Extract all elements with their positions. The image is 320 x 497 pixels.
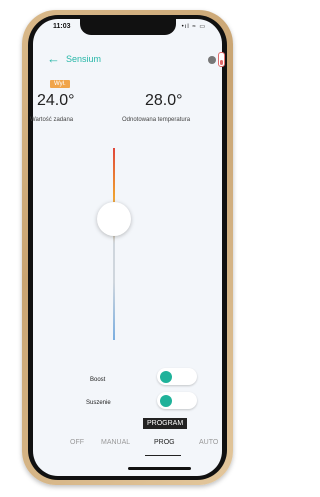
temperature-slider-track[interactable] [113, 148, 115, 340]
boost-label: Boost [90, 377, 106, 383]
home-indicator[interactable] [128, 467, 191, 470]
suszenie-toggle[interactable] [157, 392, 197, 409]
suszenie-toggle-knob [160, 395, 172, 407]
status-icons: •ıl ≈ ▭ [181, 24, 206, 30]
active-mode-underline [145, 455, 181, 456]
mode-auto[interactable]: AUTO [199, 439, 218, 446]
header-title: Sensium [66, 54, 102, 64]
boost-toggle[interactable] [157, 368, 197, 385]
program-tooltip: PROGRAM [143, 418, 188, 429]
set-temperature: 24.0° [37, 92, 75, 109]
thermometer-icon[interactable] [218, 52, 225, 67]
back-arrow-icon[interactable]: ← [47, 52, 60, 65]
status-badge: Wył. [50, 80, 70, 88]
temperature-slider-knob[interactable] [97, 202, 131, 236]
measured-temperature: 28.0° [145, 92, 183, 109]
boost-toggle-knob [160, 371, 172, 383]
mode-prog[interactable]: PROG [154, 439, 175, 446]
status-time: 11:03 [53, 23, 71, 30]
set-temperature-label: Wartość zadana [30, 117, 74, 123]
mode-manual[interactable]: MANUAL [101, 439, 130, 446]
status-dot-icon [208, 56, 216, 64]
measured-temperature-label: Odnotowana temperatura [122, 117, 191, 123]
suszenie-label: Suszenie [86, 400, 111, 406]
notch [79, 19, 176, 35]
mode-off[interactable]: OFF [70, 439, 84, 446]
